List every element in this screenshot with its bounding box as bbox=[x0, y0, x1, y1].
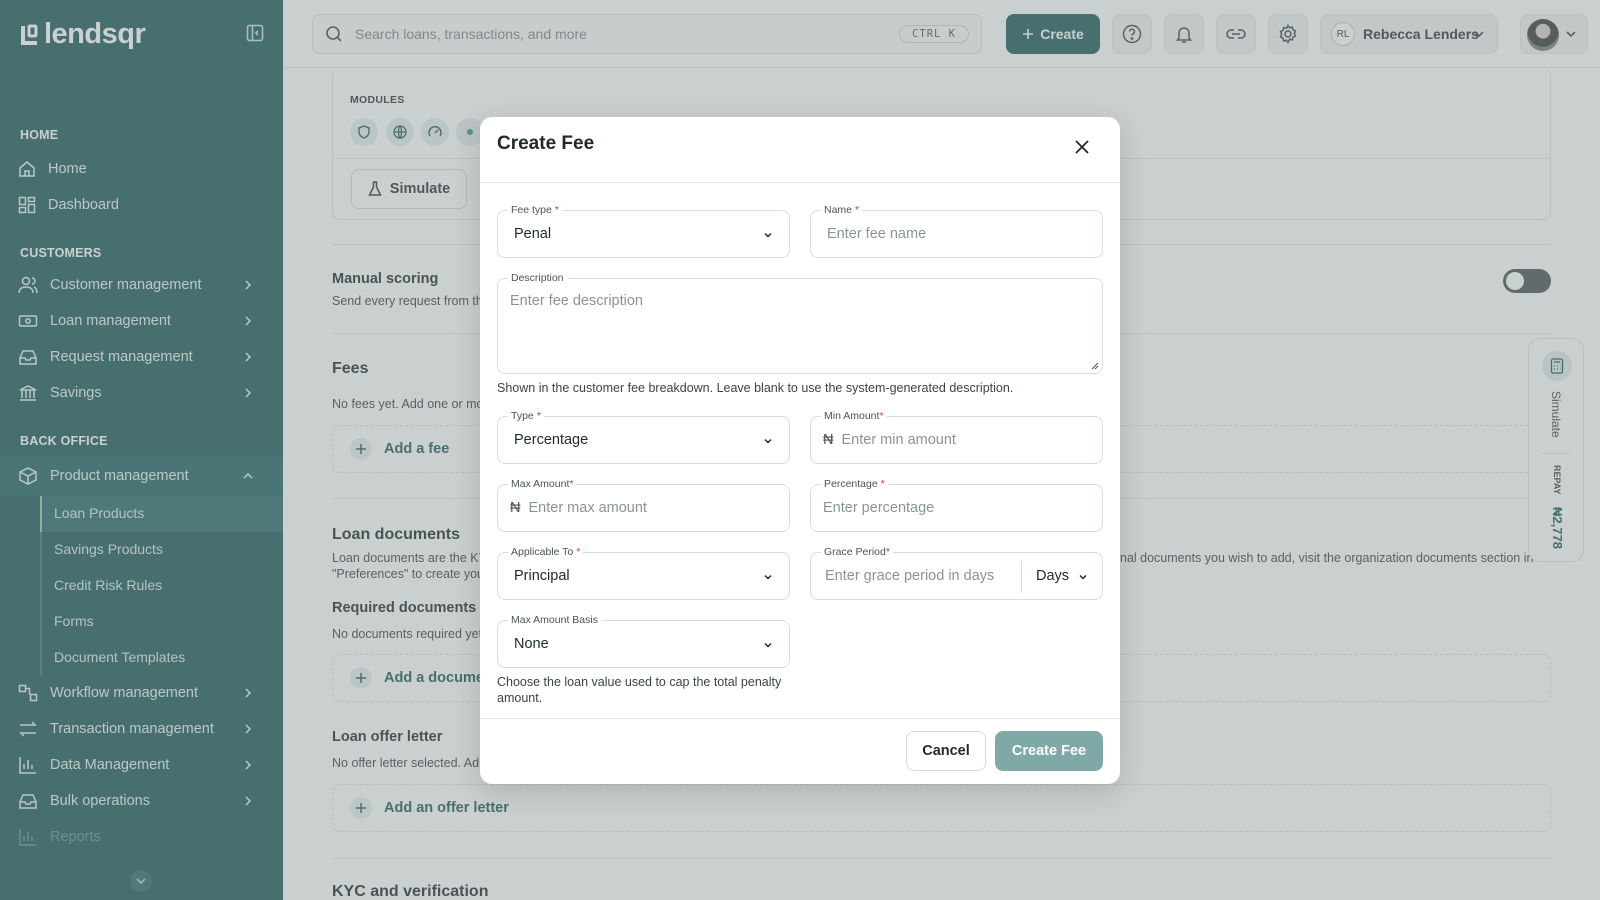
type-value: Percentage bbox=[514, 432, 589, 448]
name-label: Name * bbox=[821, 203, 863, 217]
max-amount-basis-hint: Choose the loan value used to cap the to… bbox=[497, 675, 782, 705]
max-amount-basis-value: None bbox=[514, 636, 549, 652]
description-label: Description bbox=[508, 271, 567, 285]
chevron-down-icon bbox=[1078, 572, 1088, 582]
description-textarea[interactable]: Description Enter fee description bbox=[497, 271, 1103, 374]
percentage-label-text: Percentage bbox=[824, 478, 878, 490]
chevron-down-icon bbox=[763, 230, 773, 240]
type-label: Type * bbox=[508, 409, 544, 423]
name-label-text: Name bbox=[824, 204, 853, 216]
grace-period-label: Grace Period* bbox=[821, 545, 893, 559]
description-placeholder: Enter fee description bbox=[510, 293, 643, 309]
naira-icon: ₦ bbox=[823, 432, 834, 448]
create-fee-modal: Create Fee Fee type * Penal Name * Enter… bbox=[480, 117, 1120, 784]
close-icon[interactable] bbox=[1075, 140, 1089, 154]
fee-type-select[interactable]: Fee type * Penal bbox=[497, 203, 790, 258]
fee-type-label: Fee type * bbox=[508, 203, 562, 217]
applicable-to-label-text: Applicable To bbox=[511, 546, 574, 558]
fee-name-placeholder: Enter fee name bbox=[827, 226, 927, 242]
fee-type-value: Penal bbox=[514, 226, 552, 242]
max-amount-basis-label: Max Amount Basis bbox=[508, 613, 601, 627]
type-label-text: Type bbox=[511, 410, 534, 422]
description-label-text: Description bbox=[511, 272, 564, 284]
grace-period-separator bbox=[1021, 561, 1022, 593]
min-amount-input[interactable]: Min Amount* ₦ Enter min amount bbox=[810, 409, 1103, 464]
max-amount-placeholder: Enter max amount bbox=[528, 500, 647, 516]
cancel-button[interactable]: Cancel bbox=[906, 731, 986, 771]
naira-icon: ₦ bbox=[510, 500, 521, 516]
max-amount-basis-select[interactable]: Max Amount Basis None bbox=[497, 613, 790, 668]
grace-period-input[interactable]: Grace Period* Enter grace period in days… bbox=[810, 545, 1103, 600]
max-amount-label: Max Amount* bbox=[508, 477, 577, 491]
type-select[interactable]: Type * Percentage bbox=[497, 409, 790, 464]
max-amount-basis-label-text: Max Amount Basis bbox=[511, 614, 598, 626]
description-hint: Shown in the customer fee breakdown. Lea… bbox=[497, 381, 1014, 395]
create-fee-button[interactable]: Create Fee bbox=[995, 731, 1103, 771]
chevron-down-icon bbox=[763, 572, 773, 582]
min-amount-label-text: Min Amount bbox=[824, 410, 880, 422]
modal-header-divider bbox=[480, 182, 1120, 183]
max-amount-label-text: Max Amount bbox=[511, 478, 570, 490]
min-amount-label: Min Amount* bbox=[821, 409, 887, 423]
resize-handle-icon[interactable] bbox=[1091, 362, 1099, 370]
grace-period-unit[interactable]: Days bbox=[1036, 568, 1069, 584]
grace-period-label-text: Grace Period bbox=[824, 546, 886, 558]
applicable-to-value: Principal bbox=[514, 568, 570, 584]
grace-period-placeholder: Enter grace period in days bbox=[825, 568, 995, 584]
applicable-to-select[interactable]: Applicable To * Principal bbox=[497, 545, 790, 600]
modal-footer-divider bbox=[480, 718, 1120, 719]
chevron-down-icon bbox=[763, 640, 773, 650]
fee-type-label-text: Fee type bbox=[511, 204, 552, 216]
chevron-down-icon bbox=[763, 436, 773, 446]
percentage-input[interactable]: Percentage * Enter percentage bbox=[810, 477, 1103, 532]
percentage-label: Percentage * bbox=[821, 477, 888, 491]
fee-name-input[interactable]: Name * Enter fee name bbox=[810, 203, 1103, 258]
percentage-placeholder: Enter percentage bbox=[823, 500, 935, 516]
applicable-to-label: Applicable To * bbox=[508, 545, 584, 559]
min-amount-placeholder: Enter min amount bbox=[841, 432, 956, 448]
max-amount-input[interactable]: Max Amount* ₦ Enter max amount bbox=[497, 477, 790, 532]
modal-title: Create Fee bbox=[497, 133, 595, 154]
